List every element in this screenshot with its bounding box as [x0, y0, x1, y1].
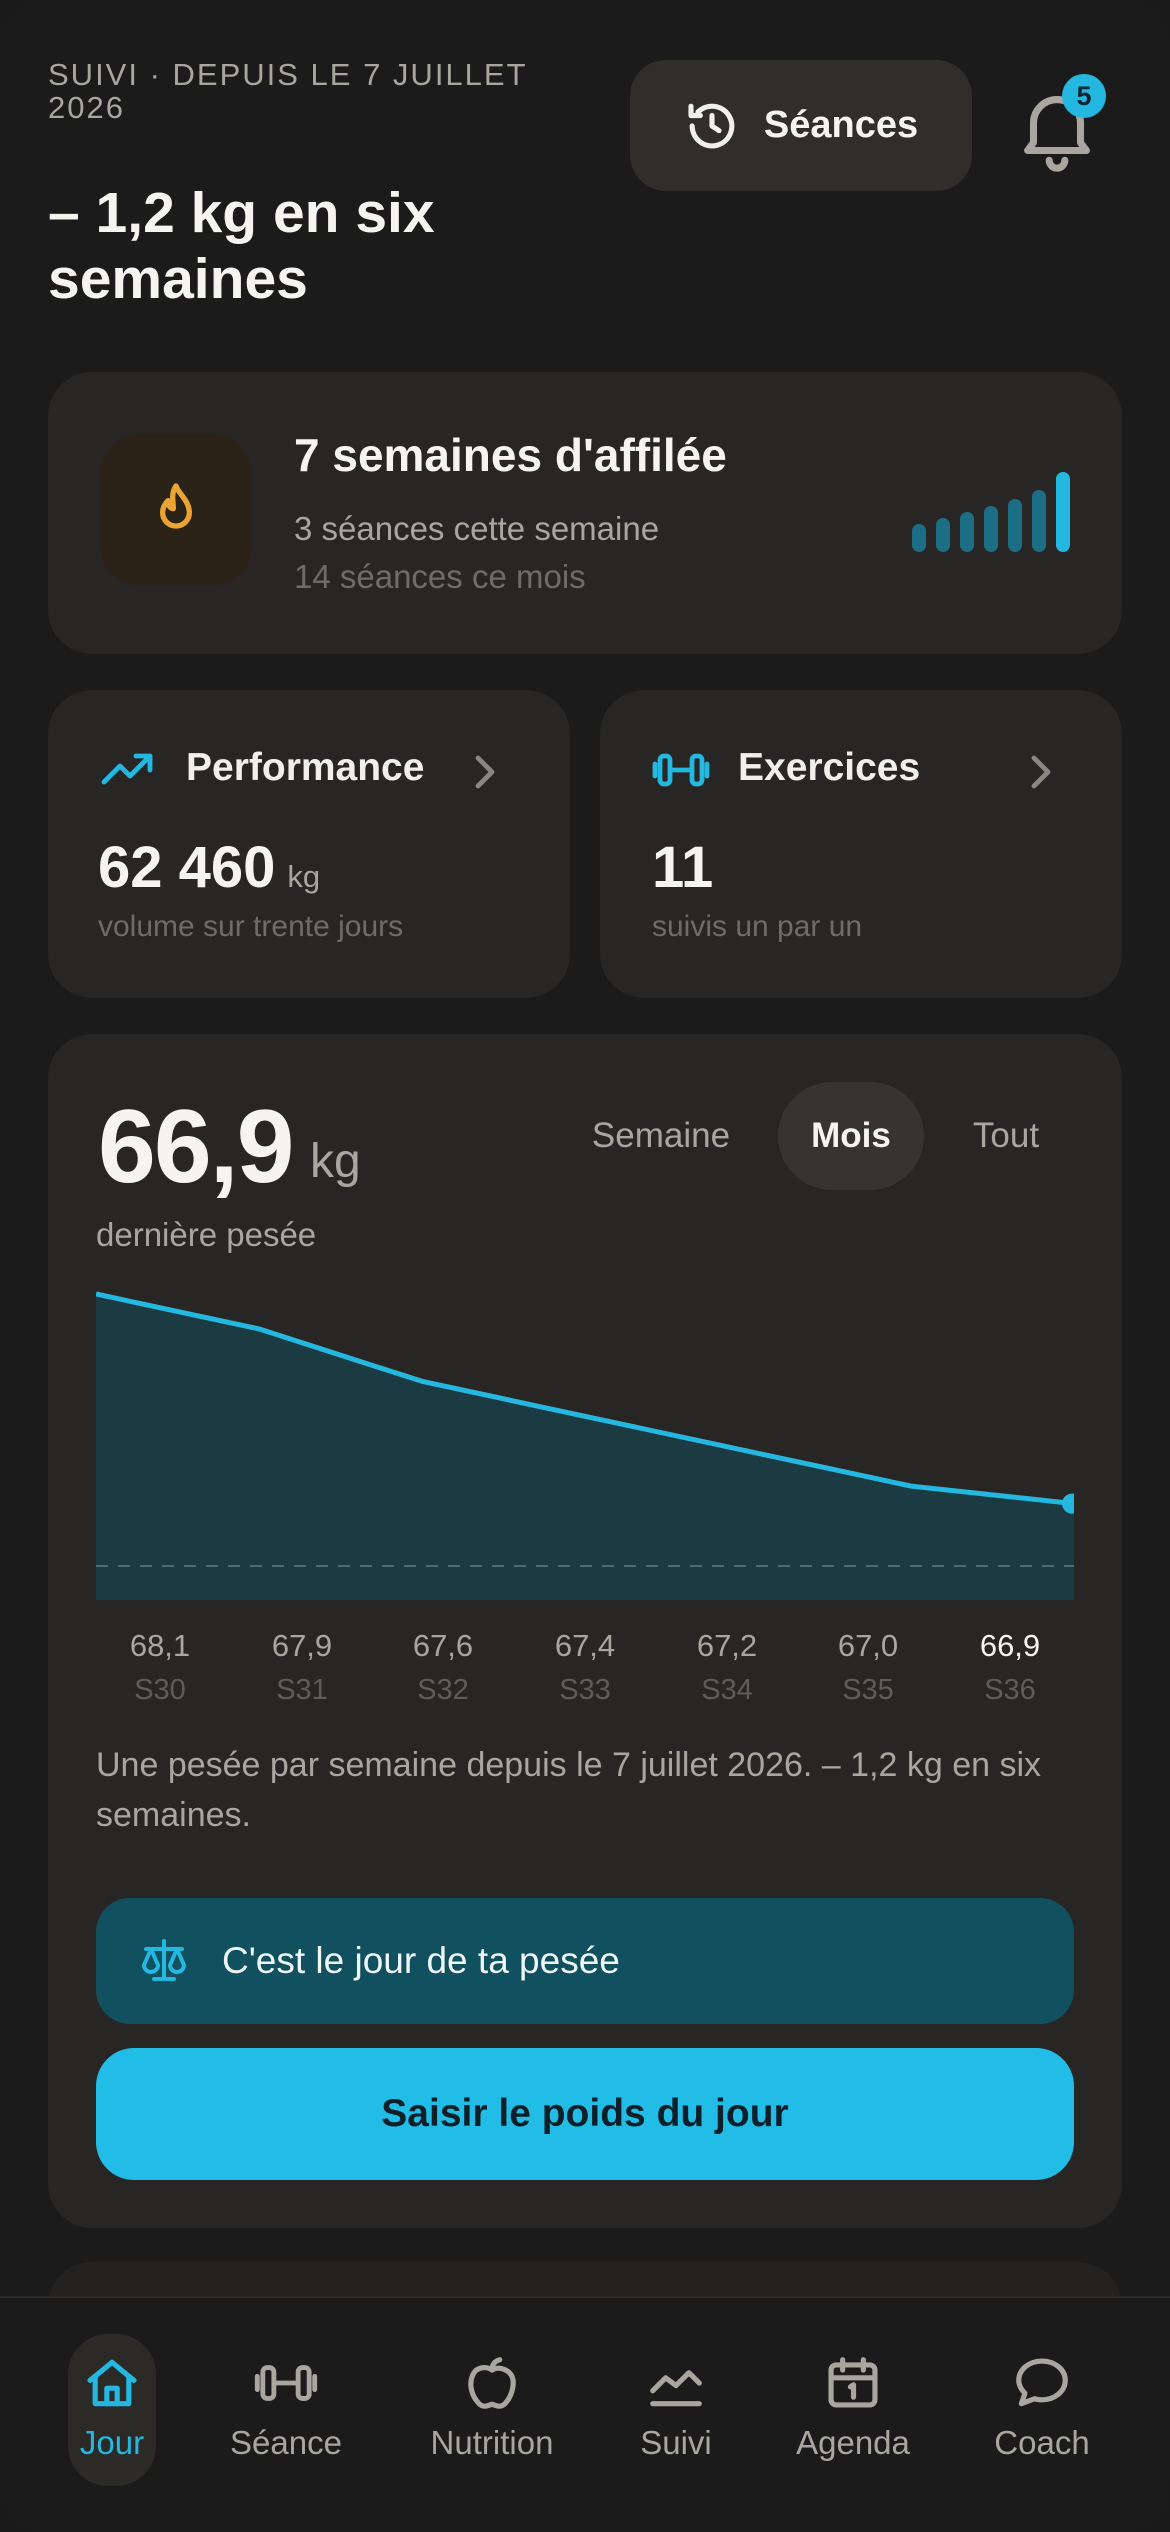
- tab-agenda-label: Agenda: [796, 2424, 910, 2461]
- chart-value-label: 67,2: [696, 1628, 758, 1663]
- log-weight-button-label: Saisir le poids du jour: [381, 2092, 789, 2135]
- streak-bar: [912, 524, 926, 552]
- tab-jour-label: Jour: [79, 2424, 145, 2461]
- seances-button[interactable]: Séances: [630, 60, 972, 191]
- tab-nutrition[interactable]: Nutrition: [420, 2334, 564, 2486]
- performance-title: Performance: [186, 746, 425, 789]
- trending-up-icon: [101, 753, 153, 785]
- chart-value-label: 67,0: [837, 1628, 899, 1663]
- exercices-subtitle: suivis un par un: [652, 910, 863, 943]
- chart-value-label: 67,9: [271, 1628, 333, 1663]
- chart-week-label: S32: [417, 1674, 469, 1706]
- chat-bubble-icon: [1016, 2358, 1068, 2407]
- streak-bar: [960, 512, 974, 552]
- weigh-in-reminder[interactable]: C'est le jour de ta pesée: [96, 1898, 1074, 2024]
- weight-area: [96, 1294, 1074, 1600]
- range-mois[interactable]: Mois: [778, 1082, 924, 1190]
- weight-chart: [96, 1291, 1074, 1600]
- chart-week-label: S34: [701, 1674, 753, 1706]
- chart-value-label: 66,9: [979, 1628, 1041, 1663]
- streak-bar: [984, 506, 998, 552]
- chart-week-label: S33: [559, 1674, 611, 1706]
- streak-bar: [1056, 472, 1070, 552]
- dumbbell-icon: [652, 753, 710, 787]
- dumbbell-icon: [254, 2365, 318, 2401]
- tab-agenda[interactable]: Agenda: [786, 2334, 920, 2486]
- performance-value: 62 460: [98, 835, 276, 900]
- app-screen: SUIVI · DEPUIS LE 7 JUILLET 2026 – 1,2 k…: [0, 0, 1170, 2532]
- weight-value: 66,9: [98, 1089, 294, 1205]
- apple-icon: [468, 2357, 516, 2409]
- streak-bar: [1032, 490, 1046, 552]
- weight-label: dernière pesée: [96, 1216, 317, 1253]
- seances-button-label: Séances: [763, 104, 919, 146]
- weight-unit: kg: [310, 1135, 361, 1188]
- streak-bars: [912, 472, 1070, 552]
- exercices-title: Exercices: [738, 746, 921, 789]
- tab-coach-label: Coach: [994, 2424, 1090, 2461]
- chart-week-label: S31: [276, 1674, 328, 1706]
- tab-jour[interactable]: Jour: [68, 2334, 156, 2486]
- chart-week-label: S35: [842, 1674, 894, 1706]
- chart-week-label: S36: [984, 1674, 1036, 1706]
- tab-suivi-label: Suivi: [640, 2424, 712, 2461]
- calendar-icon: [828, 2357, 878, 2408]
- streak-sessions-week: 3 séances cette semaine: [294, 510, 660, 547]
- streak-bar: [936, 518, 950, 552]
- performance-subtitle: volume sur trente jours: [98, 910, 404, 943]
- scale-icon: [142, 1939, 186, 1981]
- streak-title: 7 semaines d'affilée: [294, 429, 727, 481]
- page-title-line-2: semaines: [48, 247, 308, 311]
- streak-sessions-month: 14 séances ce mois: [294, 558, 586, 595]
- chart-week-label: S30: [134, 1674, 186, 1706]
- tab-suivi[interactable]: Suivi: [630, 2334, 722, 2486]
- performance-value-row: 62 460 kg: [98, 834, 320, 901]
- range-semaine[interactable]: Semaine: [570, 1082, 752, 1190]
- flame-badge: [100, 434, 252, 586]
- chevron-right-icon: [1031, 755, 1051, 789]
- range-tout[interactable]: Tout: [944, 1082, 1068, 1190]
- home-icon: [87, 2359, 137, 2407]
- chart-value-label: 68,1: [129, 1628, 191, 1663]
- tab-coach[interactable]: Coach: [986, 2334, 1098, 2486]
- tab-nutrition-label: Nutrition: [430, 2424, 554, 2461]
- weigh-in-reminder-label: C'est le jour de ta pesée: [222, 1940, 620, 1981]
- chart-value-label: 67,4: [554, 1628, 616, 1663]
- weight-note: Une pesée par semaine depuis le 7 juille…: [96, 1746, 1042, 1834]
- performance-unit: kg: [287, 859, 321, 894]
- tab-seance-label: Séance: [230, 2424, 342, 2461]
- page-eyebrow: SUIVI · DEPUIS LE 7 JUILLET 2026: [48, 57, 527, 125]
- streak-bar: [1008, 499, 1022, 552]
- tab-seance[interactable]: Séance: [222, 2334, 350, 2486]
- log-weight-button[interactable]: Saisir le poids du jour: [96, 2048, 1074, 2180]
- trend-chart-icon: [650, 2370, 702, 2407]
- chart-value-label: 67,6: [412, 1628, 474, 1663]
- exercices-value: 11: [652, 835, 714, 900]
- flame-icon: [160, 483, 192, 529]
- page-title-second: semaines: [48, 212, 568, 346]
- history-icon: [688, 103, 735, 148]
- notification-badge: 5: [1062, 74, 1106, 118]
- chevron-right-icon: [475, 755, 495, 789]
